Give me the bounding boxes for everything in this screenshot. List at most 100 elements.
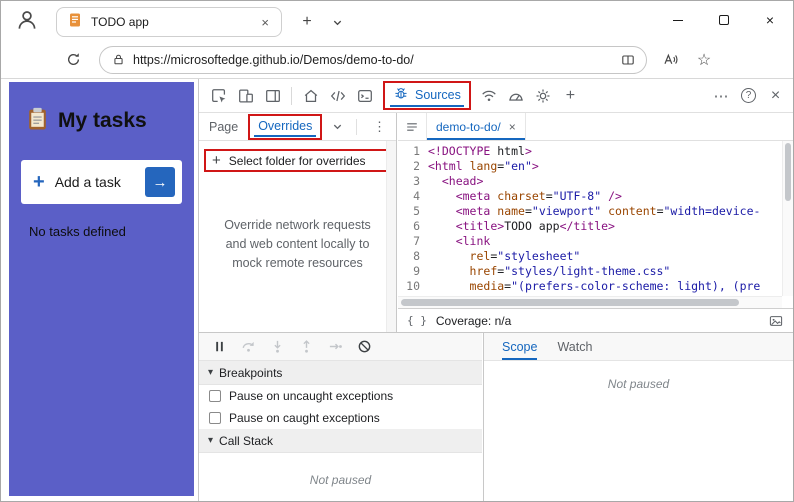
step-button[interactable] (328, 339, 343, 354)
code-text[interactable]: <html lang="en"> (428, 159, 539, 174)
line-number[interactable]: 1 (398, 144, 428, 159)
code-lines[interactable]: 1 <!DOCTYPE html> 2 <html lang="en"> 3 <head… (398, 144, 793, 294)
add-tools-button[interactable]: + (557, 83, 584, 109)
welcome-home-icon[interactable] (297, 83, 324, 109)
inspect-icon[interactable] (205, 83, 232, 109)
favorites-star-button[interactable]: ☆ (691, 47, 717, 73)
performance-tab-icon[interactable] (503, 83, 530, 109)
reload-button[interactable] (59, 46, 87, 74)
checkbox-unchecked[interactable] (209, 390, 221, 402)
tab-sources[interactable]: Sources (383, 81, 471, 110)
code-line[interactable]: 5 <meta name="viewport" content="width=d… (398, 204, 793, 219)
profile-button[interactable] (13, 8, 41, 36)
image-preview-icon[interactable] (768, 313, 784, 329)
elements-tab-icon[interactable] (324, 83, 351, 109)
code-line[interactable]: 3 <head> (398, 174, 793, 189)
help-button[interactable]: ? (735, 83, 762, 109)
maximize-button[interactable] (701, 1, 747, 39)
new-tab-button[interactable]: + (295, 11, 319, 33)
split-screen-icon[interactable] (620, 52, 636, 68)
gear-icon[interactable] (530, 83, 557, 109)
line-number[interactable]: 6 (398, 219, 428, 234)
device-toolbar-icon[interactable] (232, 83, 259, 109)
step-into-button[interactable] (270, 339, 285, 354)
sidebar-more-button[interactable]: ⋮ (367, 119, 392, 135)
page-title: My tasks (58, 109, 147, 132)
code-editor[interactable]: 1 <!DOCTYPE html> 2 <html lang="en"> 3 <head… (398, 141, 793, 308)
network-tab-icon[interactable] (476, 83, 503, 109)
pause-script-button[interactable] (212, 339, 227, 354)
call-stack-section-header[interactable]: ▾ Call Stack (199, 429, 482, 453)
select-folder-button[interactable]: + Select folder for overrides (204, 149, 391, 172)
call-stack-title: Call Stack (219, 433, 274, 448)
lock-icon[interactable] (112, 53, 125, 66)
step-out-button[interactable] (299, 339, 314, 354)
scope-status: Not paused (607, 377, 670, 391)
code-line[interactable]: 1 <!DOCTYPE html> (398, 144, 793, 159)
tab-close-button[interactable]: × (259, 15, 271, 30)
minimize-button[interactable] (655, 1, 701, 39)
code-line[interactable]: 7 <link (398, 234, 793, 249)
code-text[interactable]: <link (428, 234, 491, 249)
code-text[interactable]: media="(prefers-color-scheme: light), (p… (428, 279, 761, 294)
line-number[interactable]: 2 (398, 159, 428, 174)
console-tab-icon[interactable] (351, 83, 378, 109)
pause-caught-checkbox-row[interactable]: Pause on caught exceptions (199, 407, 482, 429)
code-line[interactable]: 6 <title>TODO app</title> (398, 219, 793, 234)
tab-overrides[interactable]: Overrides (248, 113, 323, 140)
code-line[interactable]: 9 href="styles/light-theme.css" (398, 264, 793, 279)
code-line[interactable]: 10 media="(prefers-color-scheme: light),… (398, 279, 793, 294)
coverage-status-bar[interactable]: { } Coverage: n/a (398, 308, 793, 332)
coverage-label: Coverage: n/a (435, 313, 512, 328)
line-number[interactable]: 9 (398, 264, 428, 279)
editor-horizontal-scrollbar[interactable] (398, 296, 782, 308)
select-folder-label: Select folder for overrides (228, 153, 366, 168)
tab-list-chevron-button[interactable] (327, 13, 347, 31)
scrollbar-thumb[interactable] (401, 299, 739, 306)
browser-tab[interactable]: TODO app × (56, 7, 282, 37)
code-text[interactable]: <head> (428, 174, 484, 189)
pause-uncaught-checkbox-row[interactable]: Pause on uncaught exceptions (199, 385, 482, 407)
bug-icon (393, 85, 409, 104)
code-line[interactable]: 8 rel="stylesheet" (398, 249, 793, 264)
submit-task-button[interactable]: → (145, 167, 175, 197)
code-text[interactable]: <meta charset="UTF-8" /> (428, 189, 622, 204)
window-controls: × (655, 1, 793, 39)
file-tab-demo-to-do[interactable]: demo-to-do/ × (426, 113, 526, 140)
code-text[interactable]: href="styles/light-theme.css" (428, 264, 671, 279)
line-number[interactable]: 10 (398, 279, 428, 294)
url-field[interactable]: https://microsoftedge.github.io/Demos/de… (99, 45, 647, 74)
line-number[interactable]: 7 (398, 234, 428, 249)
code-text[interactable]: <title>TODO app</title> (428, 219, 615, 234)
panel-layout-icon[interactable] (259, 83, 286, 109)
close-window-button[interactable]: × (747, 1, 793, 39)
editor-vertical-scrollbar[interactable] (782, 141, 793, 296)
file-tab-close-button[interactable]: × (509, 120, 516, 134)
step-over-button[interactable] (241, 339, 256, 354)
navigator-menu-icon[interactable] (398, 113, 426, 140)
chevron-down-icon[interactable] (332, 121, 343, 132)
sidebar-tabs: Page Overrides ⋮ (199, 113, 396, 141)
sidebar-scrollbar[interactable] (386, 141, 396, 332)
tab-page[interactable]: Page (209, 120, 238, 134)
code-text[interactable]: <meta name="viewport" content="width=dev… (428, 204, 761, 219)
code-line[interactable]: 2 <html lang="en"> (398, 159, 793, 174)
scrollbar-thumb[interactable] (785, 143, 791, 201)
line-number[interactable]: 5 (398, 204, 428, 219)
code-text[interactable]: rel="stylesheet" (428, 249, 581, 264)
add-task-button[interactable]: + Add a task → (21, 160, 182, 204)
breakpoints-section-header[interactable]: ▾ Breakpoints (199, 361, 482, 385)
tab-scope[interactable]: Scope (502, 333, 538, 360)
close-devtools-button[interactable]: × (762, 83, 789, 109)
read-aloud-button[interactable] (657, 47, 683, 73)
line-number[interactable]: 4 (398, 189, 428, 204)
code-line[interactable]: 4 <meta charset="UTF-8" /> (398, 189, 793, 204)
line-number[interactable]: 3 (398, 174, 428, 189)
checkbox-unchecked[interactable] (209, 412, 221, 424)
more-options-button[interactable]: ⋯ (708, 83, 735, 109)
tab-watch[interactable]: Watch (557, 333, 592, 360)
deactivate-breakpoints-button[interactable] (357, 339, 372, 354)
code-text[interactable]: <!DOCTYPE html> (428, 144, 532, 159)
line-number[interactable]: 8 (398, 249, 428, 264)
call-stack-status: Not paused (309, 473, 372, 487)
